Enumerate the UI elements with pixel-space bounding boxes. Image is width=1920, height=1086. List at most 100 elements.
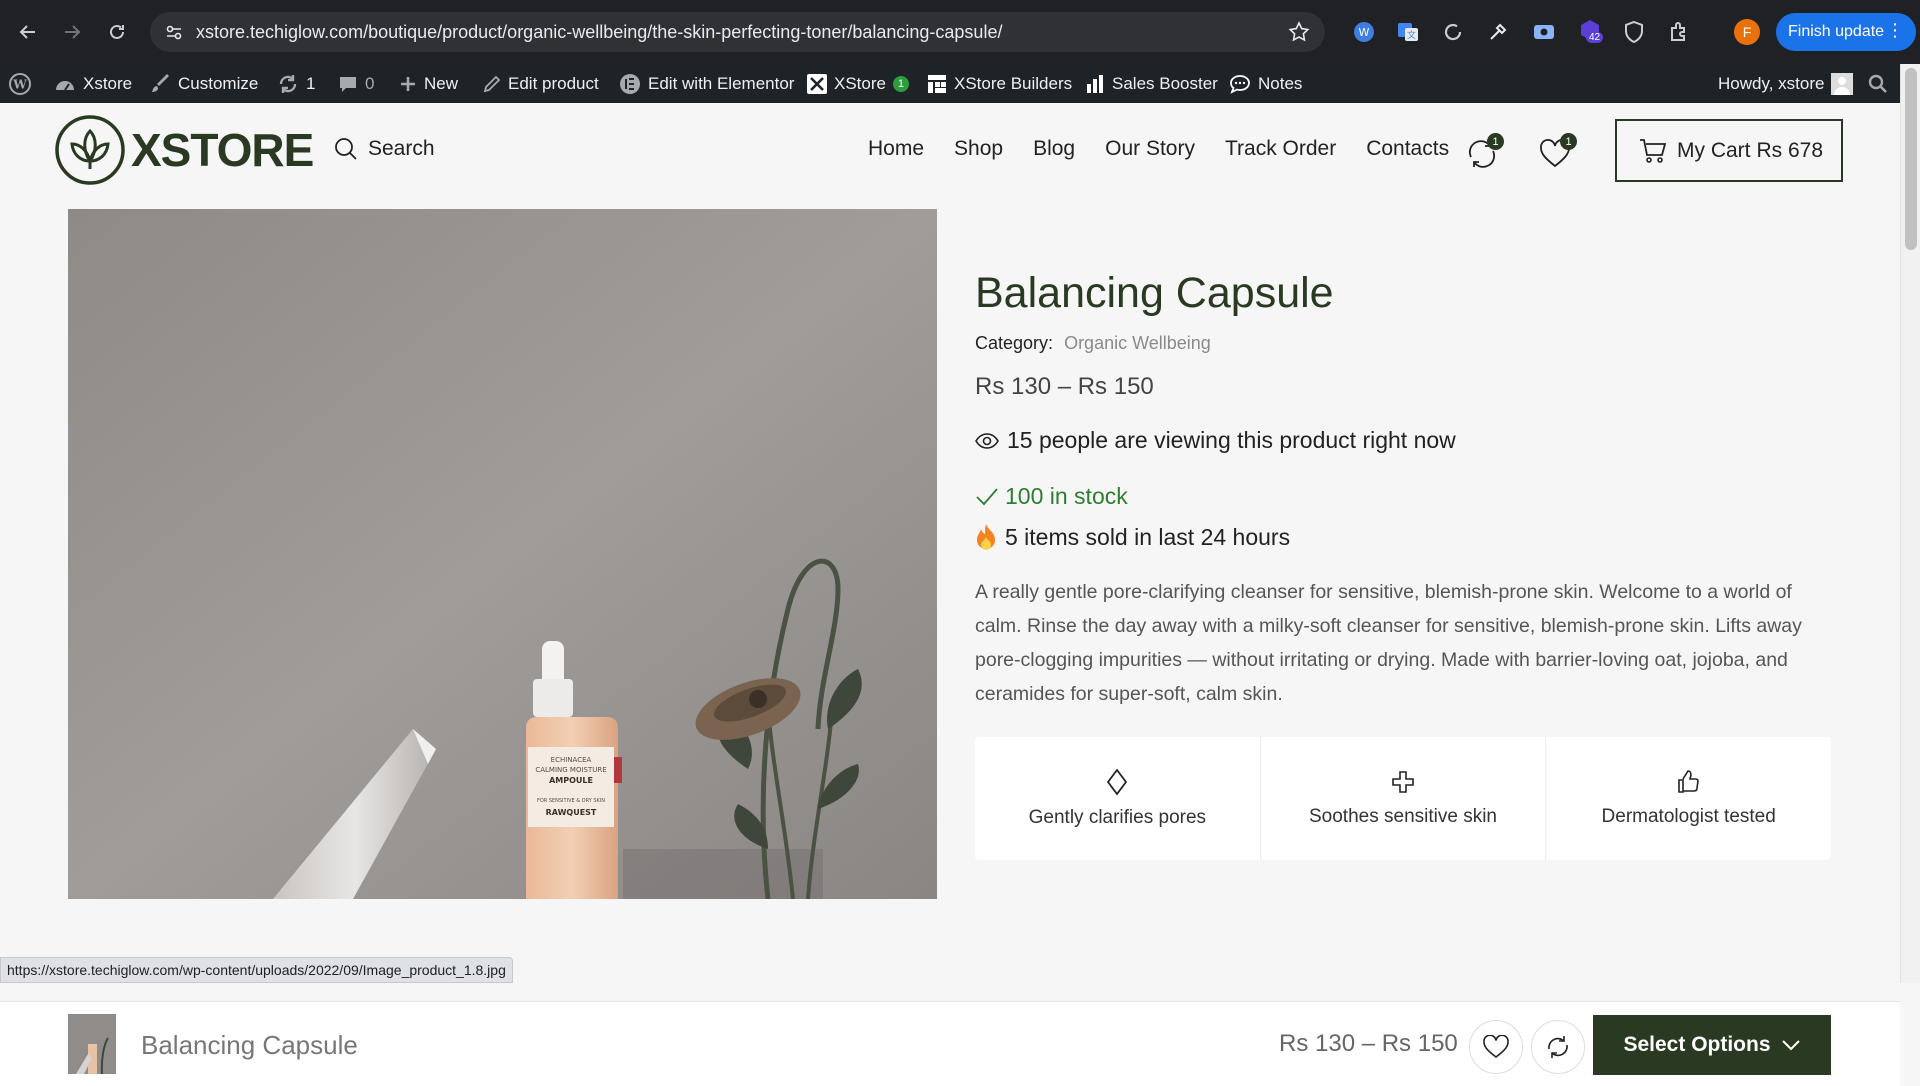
menu-item-our-story[interactable]: Our Story xyxy=(1105,137,1195,161)
extension-with-badge[interactable]: 42 xyxy=(1578,18,1608,50)
menu-item-track-order[interactable]: Track Order xyxy=(1225,137,1336,161)
select-options-label: Select Options xyxy=(1623,1033,1771,1056)
screen-capture-ext-icon[interactable] xyxy=(1532,20,1556,44)
sticky-wishlist-button[interactable] xyxy=(1469,1020,1523,1074)
scrollbar-thumb[interactable] xyxy=(1905,68,1917,250)
sticky-product-price: Rs 130 – Rs 150 xyxy=(1279,1030,1458,1057)
admin-comments-count: 0 xyxy=(365,73,375,93)
admin-updates[interactable]: 1 xyxy=(277,64,315,103)
product-main-image[interactable]: ECHINACEA CALMING MOISTURE AMPOULE FOR S… xyxy=(68,209,937,899)
sticky-product-name: Balancing Capsule xyxy=(141,1030,358,1060)
admin-updates-count: 1 xyxy=(306,73,316,93)
cart-icon xyxy=(1640,138,1667,163)
comment-bubble-icon xyxy=(340,76,356,92)
finish-update-button[interactable]: Finish update ⋮ xyxy=(1776,13,1916,51)
menu-item-blog[interactable]: Blog xyxy=(1033,137,1075,161)
admin-edit-elementor[interactable]: Edit with Elementor xyxy=(619,64,794,103)
sales-count: 5 items sold in last 24 hours xyxy=(975,523,1290,551)
product-description: A really gentle pore-clarifying cleanser… xyxy=(975,581,1802,705)
admin-customize-label: Customize xyxy=(178,73,259,93)
user-avatar-icon xyxy=(1831,72,1854,95)
admin-customize[interactable]: Customize xyxy=(151,64,258,103)
feature-soothes: Soothes sensitive skin xyxy=(1261,737,1547,860)
eyedropper-ext-icon[interactable] xyxy=(1486,20,1510,44)
svg-text:W: W xyxy=(12,77,27,91)
xstore-logo-icon xyxy=(807,73,827,94)
sync-ext-icon[interactable] xyxy=(1441,20,1465,44)
forward-button[interactable] xyxy=(58,18,86,46)
admin-sales-booster[interactable]: Sales Booster xyxy=(1085,64,1218,103)
wishlist-count-badge: 1 xyxy=(1560,133,1577,150)
finish-update-label: Finish update xyxy=(1788,23,1885,40)
search-icon xyxy=(1868,74,1887,93)
admin-site-menu[interactable]: Xstore xyxy=(54,64,132,103)
select-options-button[interactable]: Select Options xyxy=(1593,1015,1831,1075)
admin-xstore-builders[interactable]: XStore Builders xyxy=(927,64,1072,103)
admin-notes-label: Notes xyxy=(1258,73,1303,93)
wishlist-button[interactable]: 1 xyxy=(1537,133,1577,173)
bottle-line-4: FOR SENSITIVE & DRY SKIN xyxy=(537,798,605,804)
feature-cards: Gently clarifies pores Soothes sensitive… xyxy=(975,737,1831,860)
svg-text:文: 文 xyxy=(1407,29,1416,41)
admin-account-menu[interactable]: Howdy, xstore xyxy=(1718,64,1854,103)
checkmark-icon xyxy=(976,487,998,505)
elementor-icon xyxy=(620,73,640,94)
translate-ext-icon[interactable]: 文 xyxy=(1396,20,1420,44)
bookmark-star-icon[interactable] xyxy=(1287,20,1311,44)
menu-item-home[interactable]: Home xyxy=(868,137,924,161)
sold-text: 5 items sold in last 24 hours xyxy=(1005,523,1291,550)
bottle-line-2: CALMING MOISTURE xyxy=(535,766,606,774)
shield-ext-icon[interactable] xyxy=(1622,20,1646,44)
admin-comments[interactable]: 0 xyxy=(338,64,374,103)
builders-grid-icon xyxy=(928,74,946,93)
extensions-puzzle-icon[interactable] xyxy=(1668,20,1692,44)
browser-toolbar: xstore.techiglow.com/boutique/product/or… xyxy=(0,0,1920,64)
product-thumb-photo xyxy=(68,1014,116,1074)
product-category: Category: Organic Wellbeing xyxy=(975,333,1211,354)
admin-xstore-badge: 1 xyxy=(892,75,909,92)
main-menu: Home Shop Blog Our Story Track Order Con… xyxy=(868,137,1449,161)
url-text[interactable]: xstore.techiglow.com/boutique/product/or… xyxy=(196,22,1002,43)
compare-count-badge: 1 xyxy=(1487,133,1504,150)
menu-item-contacts[interactable]: Contacts xyxy=(1366,137,1449,161)
sticky-product-thumbnail[interactable] xyxy=(68,1014,116,1074)
sticky-compare-button[interactable] xyxy=(1531,1020,1585,1074)
reload-button[interactable] xyxy=(103,18,131,46)
wordpress-ext-icon[interactable]: W xyxy=(1352,20,1376,44)
cart-total: Rs 678 xyxy=(1756,138,1824,162)
page-scrollbar[interactable] xyxy=(1900,64,1920,983)
header-search[interactable]: Search xyxy=(334,137,435,161)
site-logo[interactable]: XSTORE xyxy=(55,115,314,185)
admin-new[interactable]: New xyxy=(399,64,458,103)
address-bar[interactable]: xstore.techiglow.com/boutique/product/or… xyxy=(150,12,1325,52)
thumbs-up-icon xyxy=(1677,769,1699,793)
stock-text: 100 in stock xyxy=(1005,483,1128,509)
admin-new-label: New xyxy=(424,73,459,93)
feature-label: Soothes sensitive skin xyxy=(1309,805,1497,827)
cart-button[interactable]: My Cart Rs 678 xyxy=(1615,119,1843,182)
extension-badge: 42 xyxy=(1586,32,1604,43)
eye-icon xyxy=(975,432,999,449)
admin-xstore[interactable]: XStore 1 xyxy=(807,64,909,103)
profile-avatar[interactable]: F xyxy=(1734,19,1760,45)
admin-notes[interactable]: Notes xyxy=(1229,64,1302,103)
dashboard-gauge-icon xyxy=(56,80,74,91)
wordpress-logo-menu[interactable]: W xyxy=(8,64,32,103)
compare-icon xyxy=(1548,1036,1568,1058)
bottle-line-3: AMPOULE xyxy=(549,776,593,785)
menu-item-shop[interactable]: Shop xyxy=(954,137,1003,161)
category-link[interactable]: Organic Wellbeing xyxy=(1064,333,1211,353)
site-info-icon[interactable] xyxy=(164,22,184,42)
product-price: Rs 130 – Rs 150 xyxy=(975,373,1154,400)
compare-button[interactable]: 1 xyxy=(1463,133,1504,173)
admin-edit-product[interactable]: Edit product xyxy=(483,64,599,103)
admin-edit-product-label: Edit product xyxy=(508,73,599,93)
sticky-add-to-cart: Balancing Capsule Rs 130 – Rs 150 Select… xyxy=(0,1001,1900,1086)
admin-search[interactable] xyxy=(1868,64,1888,103)
updates-icon xyxy=(279,74,297,93)
product-photo: ECHINACEA CALMING MOISTURE AMPOULE FOR S… xyxy=(68,209,937,899)
back-button[interactable] xyxy=(14,18,42,46)
paintbrush-icon xyxy=(152,73,169,92)
feature-clarifies: Gently clarifies pores xyxy=(975,737,1261,860)
admin-edit-elementor-label: Edit with Elementor xyxy=(648,73,795,93)
